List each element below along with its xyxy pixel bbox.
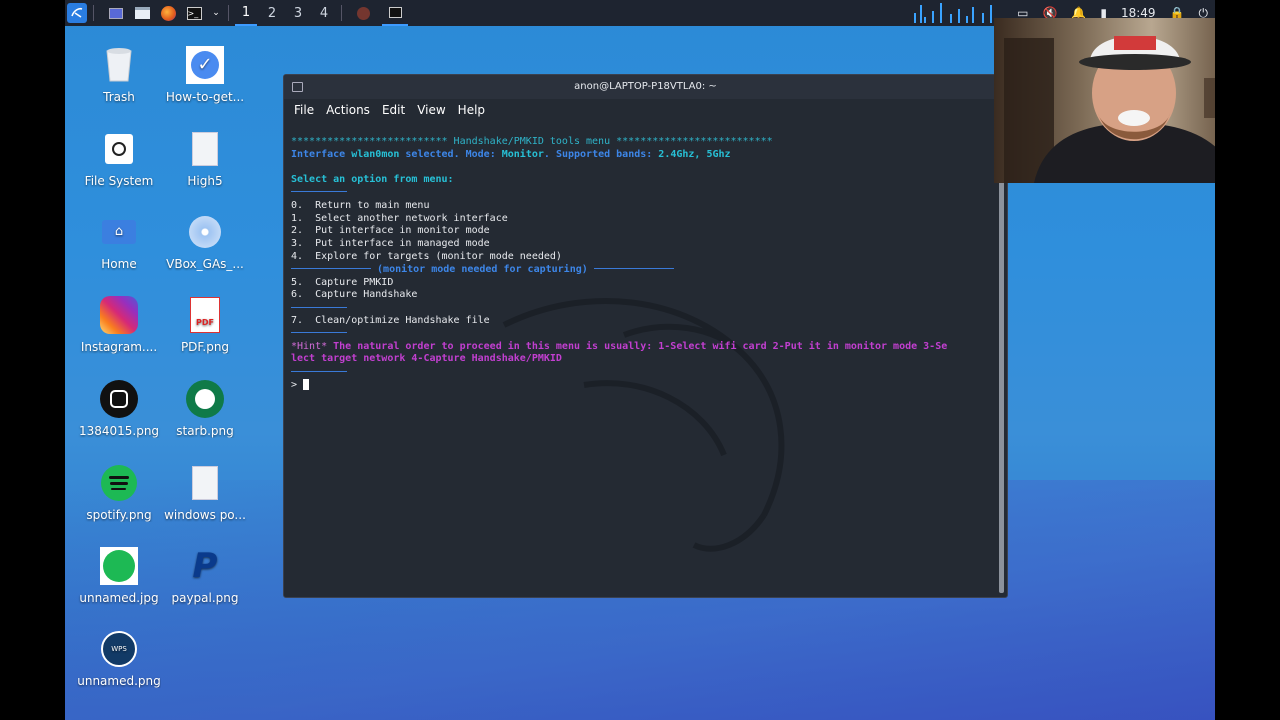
- instagram-icon: [100, 296, 138, 334]
- capture-divider: (monitor mode needed for capturing): [291, 264, 991, 277]
- starbucks-icon: [186, 380, 224, 418]
- cursor: [303, 378, 310, 390]
- disc-icon: [186, 213, 224, 251]
- chevron-down-icon[interactable]: ⌄: [210, 3, 222, 23]
- menu-option-4: 4. Explore for targets (monitor mode nee…: [291, 250, 562, 262]
- desktop-icon-starb[interactable]: starb.png: [163, 380, 247, 438]
- desktop-icon-high5[interactable]: High5: [163, 130, 247, 188]
- menu-option-7: 7. Clean/optimize Handshake file: [291, 314, 490, 326]
- workspace-2[interactable]: 2: [261, 0, 283, 26]
- menu-file[interactable]: File: [294, 103, 314, 117]
- firefox-window-button[interactable]: [350, 3, 376, 23]
- file-manager-icon[interactable]: [132, 3, 152, 23]
- menu-option-3: 3. Put interface in managed mode: [291, 238, 490, 250]
- desktop-icon-pdf[interactable]: PDF PDF.png: [163, 296, 247, 354]
- document-icon: [186, 130, 224, 168]
- menu-option-6: 6. Capture Handshake: [291, 289, 418, 301]
- webcam-person-image: [1004, 36, 1215, 183]
- menu-option-5: 5. Capture PMKID: [291, 276, 394, 288]
- terminal-scrollbar[interactable]: [999, 123, 1004, 593]
- trash-icon: [100, 46, 138, 84]
- desktop-icon-paypal[interactable]: P paypal.png: [163, 546, 247, 605]
- instagram-dark-icon: [100, 380, 138, 418]
- terminal-window-button[interactable]: [382, 0, 408, 26]
- menu-header-line: ************************** Handshake/PMK…: [291, 135, 773, 147]
- desktop-icon-instagram[interactable]: Instagram....: [77, 296, 161, 354]
- paypal-icon: P: [192, 546, 218, 586]
- spotify-icon: [100, 464, 138, 502]
- menu-option-2: 2. Put interface in monitor mode: [291, 225, 490, 237]
- desktop-icon-vbox[interactable]: VBox_GAs_...: [163, 213, 247, 271]
- terminal-titlebar[interactable]: anon@LAPTOP-P18VTLA0: ~: [284, 75, 1007, 99]
- home-folder-icon: ⌂: [100, 213, 138, 251]
- hint-line-1: *Hint* The natural order to proceed in t…: [291, 340, 948, 352]
- desktop-icon-trash[interactable]: Trash: [77, 46, 161, 104]
- pdf-icon: PDF: [186, 296, 224, 334]
- workspace-1[interactable]: 1: [235, 0, 257, 26]
- terminal-menubar: File Actions Edit View Help: [284, 99, 1007, 121]
- terminal-launcher-icon[interactable]: >_: [184, 3, 204, 23]
- menu-edit[interactable]: Edit: [382, 103, 405, 117]
- interface-status-line: Interface wlan0mon selected. Mode: Monit…: [291, 148, 731, 160]
- desktop-icon-home[interactable]: ⌂ Home: [77, 213, 161, 271]
- terminal-window-icon: [292, 82, 303, 92]
- workspace-4[interactable]: 4: [313, 0, 335, 26]
- menu-view[interactable]: View: [417, 103, 445, 117]
- webcam-overlay: [994, 18, 1215, 183]
- desktop-icon-windows-po[interactable]: windows po...: [163, 464, 247, 522]
- kali-menu-icon[interactable]: [67, 3, 87, 23]
- menu-help[interactable]: Help: [458, 103, 485, 117]
- spotify-icon: [100, 547, 138, 585]
- desktop-icon-unnamed-jpg[interactable]: unnamed.jpg: [77, 547, 161, 605]
- network-graph: [910, 1, 1000, 25]
- drive-icon: [100, 130, 138, 168]
- desktop-icon-unnamed-png[interactable]: WPS unnamed.png: [77, 630, 161, 688]
- terminal-output[interactable]: ************************** Handshake/PMK…: [291, 123, 991, 418]
- select-prompt: Select an option from menu:: [291, 174, 454, 186]
- desktop-icon-file-system[interactable]: File System: [77, 130, 161, 188]
- desktop-icon-how-to-get[interactable]: ✓ How-to-get...: [163, 46, 247, 104]
- terminal-title: anon@LAPTOP-P18VTLA0: ~: [574, 81, 717, 92]
- hint-line-2: lect target network 4-Capture Handshake/…: [291, 353, 562, 365]
- firefox-icon[interactable]: [158, 3, 178, 23]
- wps-icon: WPS: [100, 630, 138, 668]
- checkmark-icon: ✓: [186, 46, 224, 84]
- menu-option-0: 0. Return to main menu: [291, 199, 430, 211]
- menu-option-1: 1. Select another network interface: [291, 212, 508, 224]
- desktop-icon-spotify[interactable]: spotify.png: [77, 464, 161, 522]
- menu-actions[interactable]: Actions: [326, 103, 370, 117]
- terminal-window[interactable]: anon@LAPTOP-P18VTLA0: ~ File Actions Edi…: [283, 74, 1008, 598]
- workspace-3[interactable]: 3: [287, 0, 309, 26]
- desktop-icon-1384015[interactable]: 1384015.png: [77, 380, 161, 438]
- input-prompt[interactable]: >: [291, 378, 991, 392]
- desktop: >_ ⌄ 1 2 3 4 ▭ 🔇 🔔 ▮ 18:49 🔒 ⏻ Trash ✓ H…: [65, 0, 1215, 720]
- show-desktop-icon[interactable]: [106, 3, 126, 23]
- document-icon: [186, 464, 224, 502]
